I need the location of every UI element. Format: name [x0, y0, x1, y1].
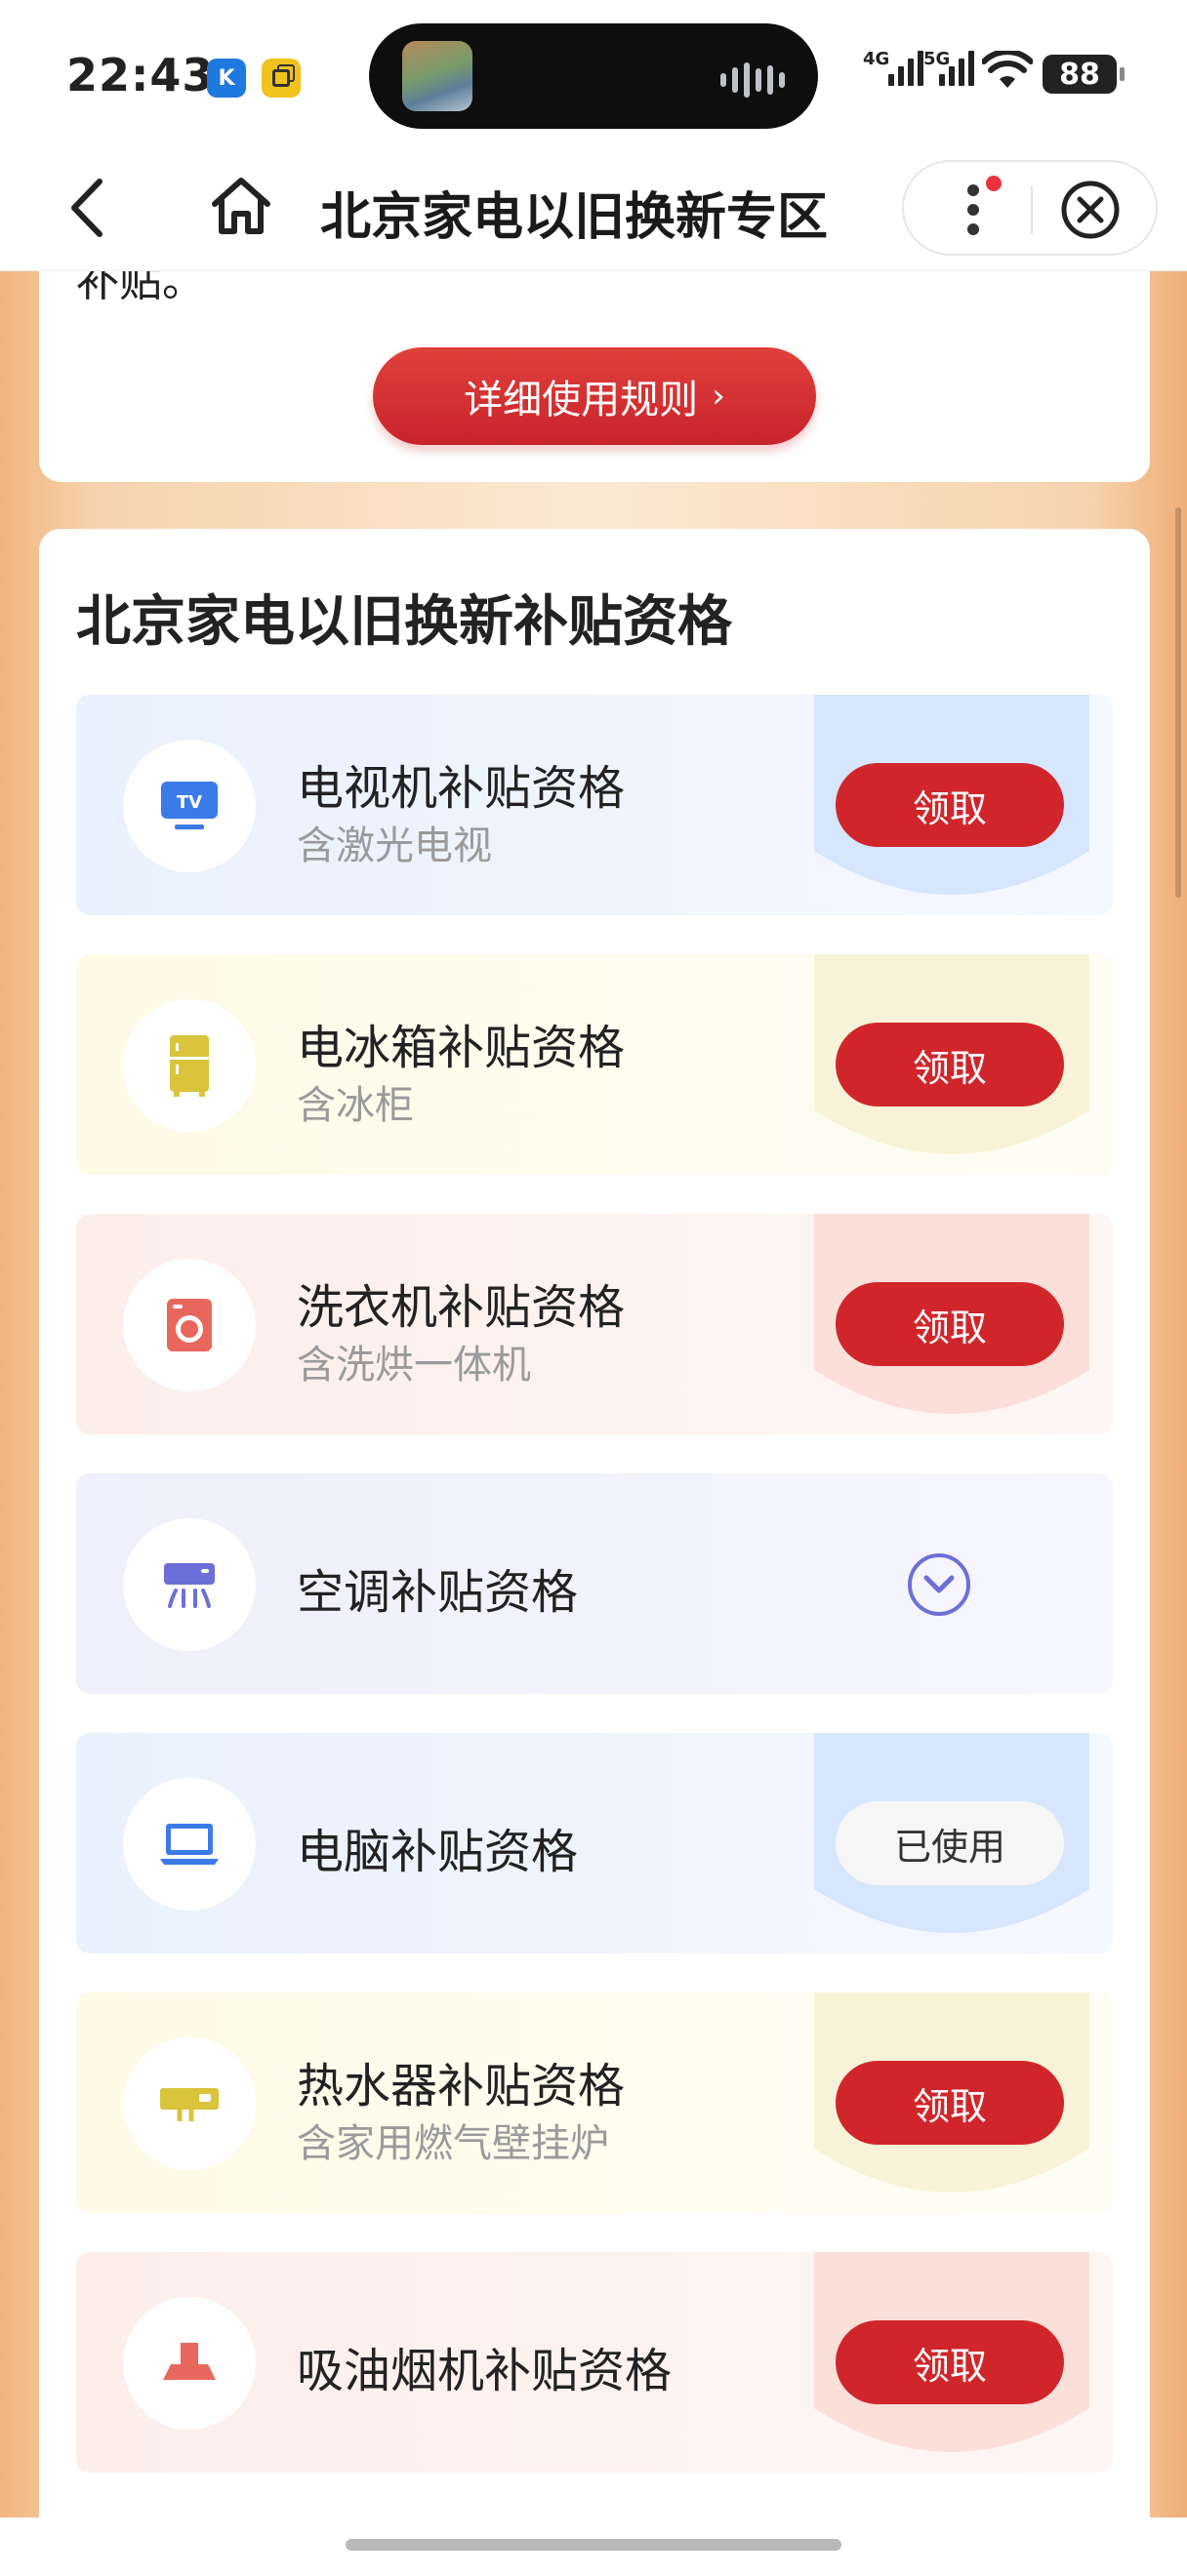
- air-conditioner-icon: [123, 1518, 256, 1651]
- subsidy-item-washer: 洗衣机补贴资格 含洗烘一体机 领取: [76, 1214, 1113, 1434]
- chevron-right-icon: ›: [712, 377, 725, 416]
- copy-app-icon: [262, 59, 301, 98]
- item-title: 洗衣机补贴资格: [297, 1280, 626, 1335]
- svg-text:TV: TV: [177, 792, 202, 813]
- used-status-button: 已使用: [836, 1801, 1064, 1885]
- rules-button-label: 详细使用规则: [464, 378, 699, 423]
- claim-button[interactable]: 领取: [836, 2061, 1064, 2145]
- item-title: 热水器补贴资格: [297, 2059, 626, 2113]
- navigation-bar: 北京家电以旧换新专区: [0, 146, 1187, 271]
- section-title: 北京家电以旧换新补贴资格: [76, 590, 732, 654]
- network-label-4g: 4G: [863, 49, 890, 69]
- subsidy-card: 北京家电以旧换新补贴资格 TV 电视机补贴资格 含激光电视 领取 电冰箱补贴资格…: [39, 529, 1150, 2576]
- signal-4g-icon: [888, 51, 923, 86]
- battery-indicator: 88: [1043, 55, 1125, 94]
- item-subtitle: 含家用燃气壁挂炉: [297, 2121, 609, 2166]
- range-hood-icon: [123, 2297, 256, 2430]
- subsidy-item-laptop: 电脑补贴资格 已使用: [76, 1733, 1113, 1953]
- subsidy-item-air-conditioner[interactable]: 空调补贴资格: [76, 1473, 1113, 1694]
- rules-button[interactable]: 详细使用规则 ›: [373, 347, 816, 445]
- capsule-divider: [1031, 185, 1033, 234]
- rules-text-tail: 补贴。: [76, 271, 205, 306]
- close-button[interactable]: [1056, 176, 1125, 244]
- mini-program-capsule: [902, 160, 1158, 256]
- tv-icon: TV: [123, 740, 256, 872]
- home-button[interactable]: [205, 170, 277, 242]
- signal-5g-icon: [939, 51, 974, 86]
- home-indicator[interactable]: [346, 2539, 841, 2551]
- status-time: 22:43: [66, 49, 215, 101]
- home-icon: [212, 178, 270, 234]
- subsidy-item-fridge: 电冰箱补贴资格 含冰柜 领取: [76, 954, 1113, 1175]
- back-button[interactable]: [57, 174, 115, 242]
- more-vertical-icon: [967, 184, 979, 235]
- item-subtitle: 含激光电视: [297, 824, 492, 868]
- status-bar: 22:43 K 4G 5G 88: [0, 0, 1187, 146]
- subsidy-item-range-hood: 吸油烟机补贴资格 领取: [76, 2252, 1113, 2473]
- wifi-icon: [982, 51, 1033, 88]
- kuake-app-icon: K: [207, 59, 246, 98]
- claim-button[interactable]: 领取: [836, 1023, 1064, 1107]
- subsidy-item-tv: TV 电视机补贴资格 含激光电视 领取: [76, 695, 1113, 915]
- washer-icon: [123, 1259, 256, 1391]
- rules-card: 补贴。 详细使用规则 ›: [39, 271, 1150, 482]
- chevron-left-icon: [71, 179, 102, 237]
- claim-button[interactable]: 领取: [836, 2320, 1064, 2404]
- page-title: 北京家电以旧换新专区: [320, 188, 829, 247]
- kuake-letter: K: [218, 65, 235, 91]
- fridge-icon: [123, 999, 256, 1132]
- audio-wave-icon: [720, 62, 785, 98]
- claim-button[interactable]: 领取: [836, 1282, 1064, 1366]
- item-title: 电冰箱补贴资格: [297, 1021, 626, 1075]
- subsidy-item-water-heater: 热水器补贴资格 含家用燃气壁挂炉 领取: [76, 1992, 1113, 2213]
- item-title: 空调补贴资格: [297, 1565, 579, 1620]
- now-playing-thumbnail: [402, 41, 472, 111]
- scrollbar-thumb[interactable]: [1175, 507, 1181, 898]
- expand-button[interactable]: [908, 1553, 970, 1616]
- item-subtitle: 含冰柜: [297, 1083, 414, 1128]
- item-subtitle: 含洗烘一体机: [297, 1343, 531, 1388]
- dynamic-island[interactable]: [369, 23, 818, 129]
- notification-dot: [986, 176, 1002, 191]
- claim-button[interactable]: 领取: [836, 763, 1064, 847]
- chevron-down-icon: [923, 1575, 955, 1593]
- close-circle-icon: [1061, 181, 1120, 239]
- item-title: 电脑补贴资格: [297, 1825, 579, 1879]
- laptop-icon: [123, 1778, 256, 1911]
- water-heater-icon: [123, 2037, 256, 2170]
- item-title: 电视机补贴资格: [297, 761, 626, 816]
- app-screen: 22:43 K 4G 5G 88 北京家电以旧换新专区 补贴。 详细使用规则 ›…: [0, 0, 1187, 2576]
- item-title: 吸油烟机补贴资格: [297, 2344, 673, 2398]
